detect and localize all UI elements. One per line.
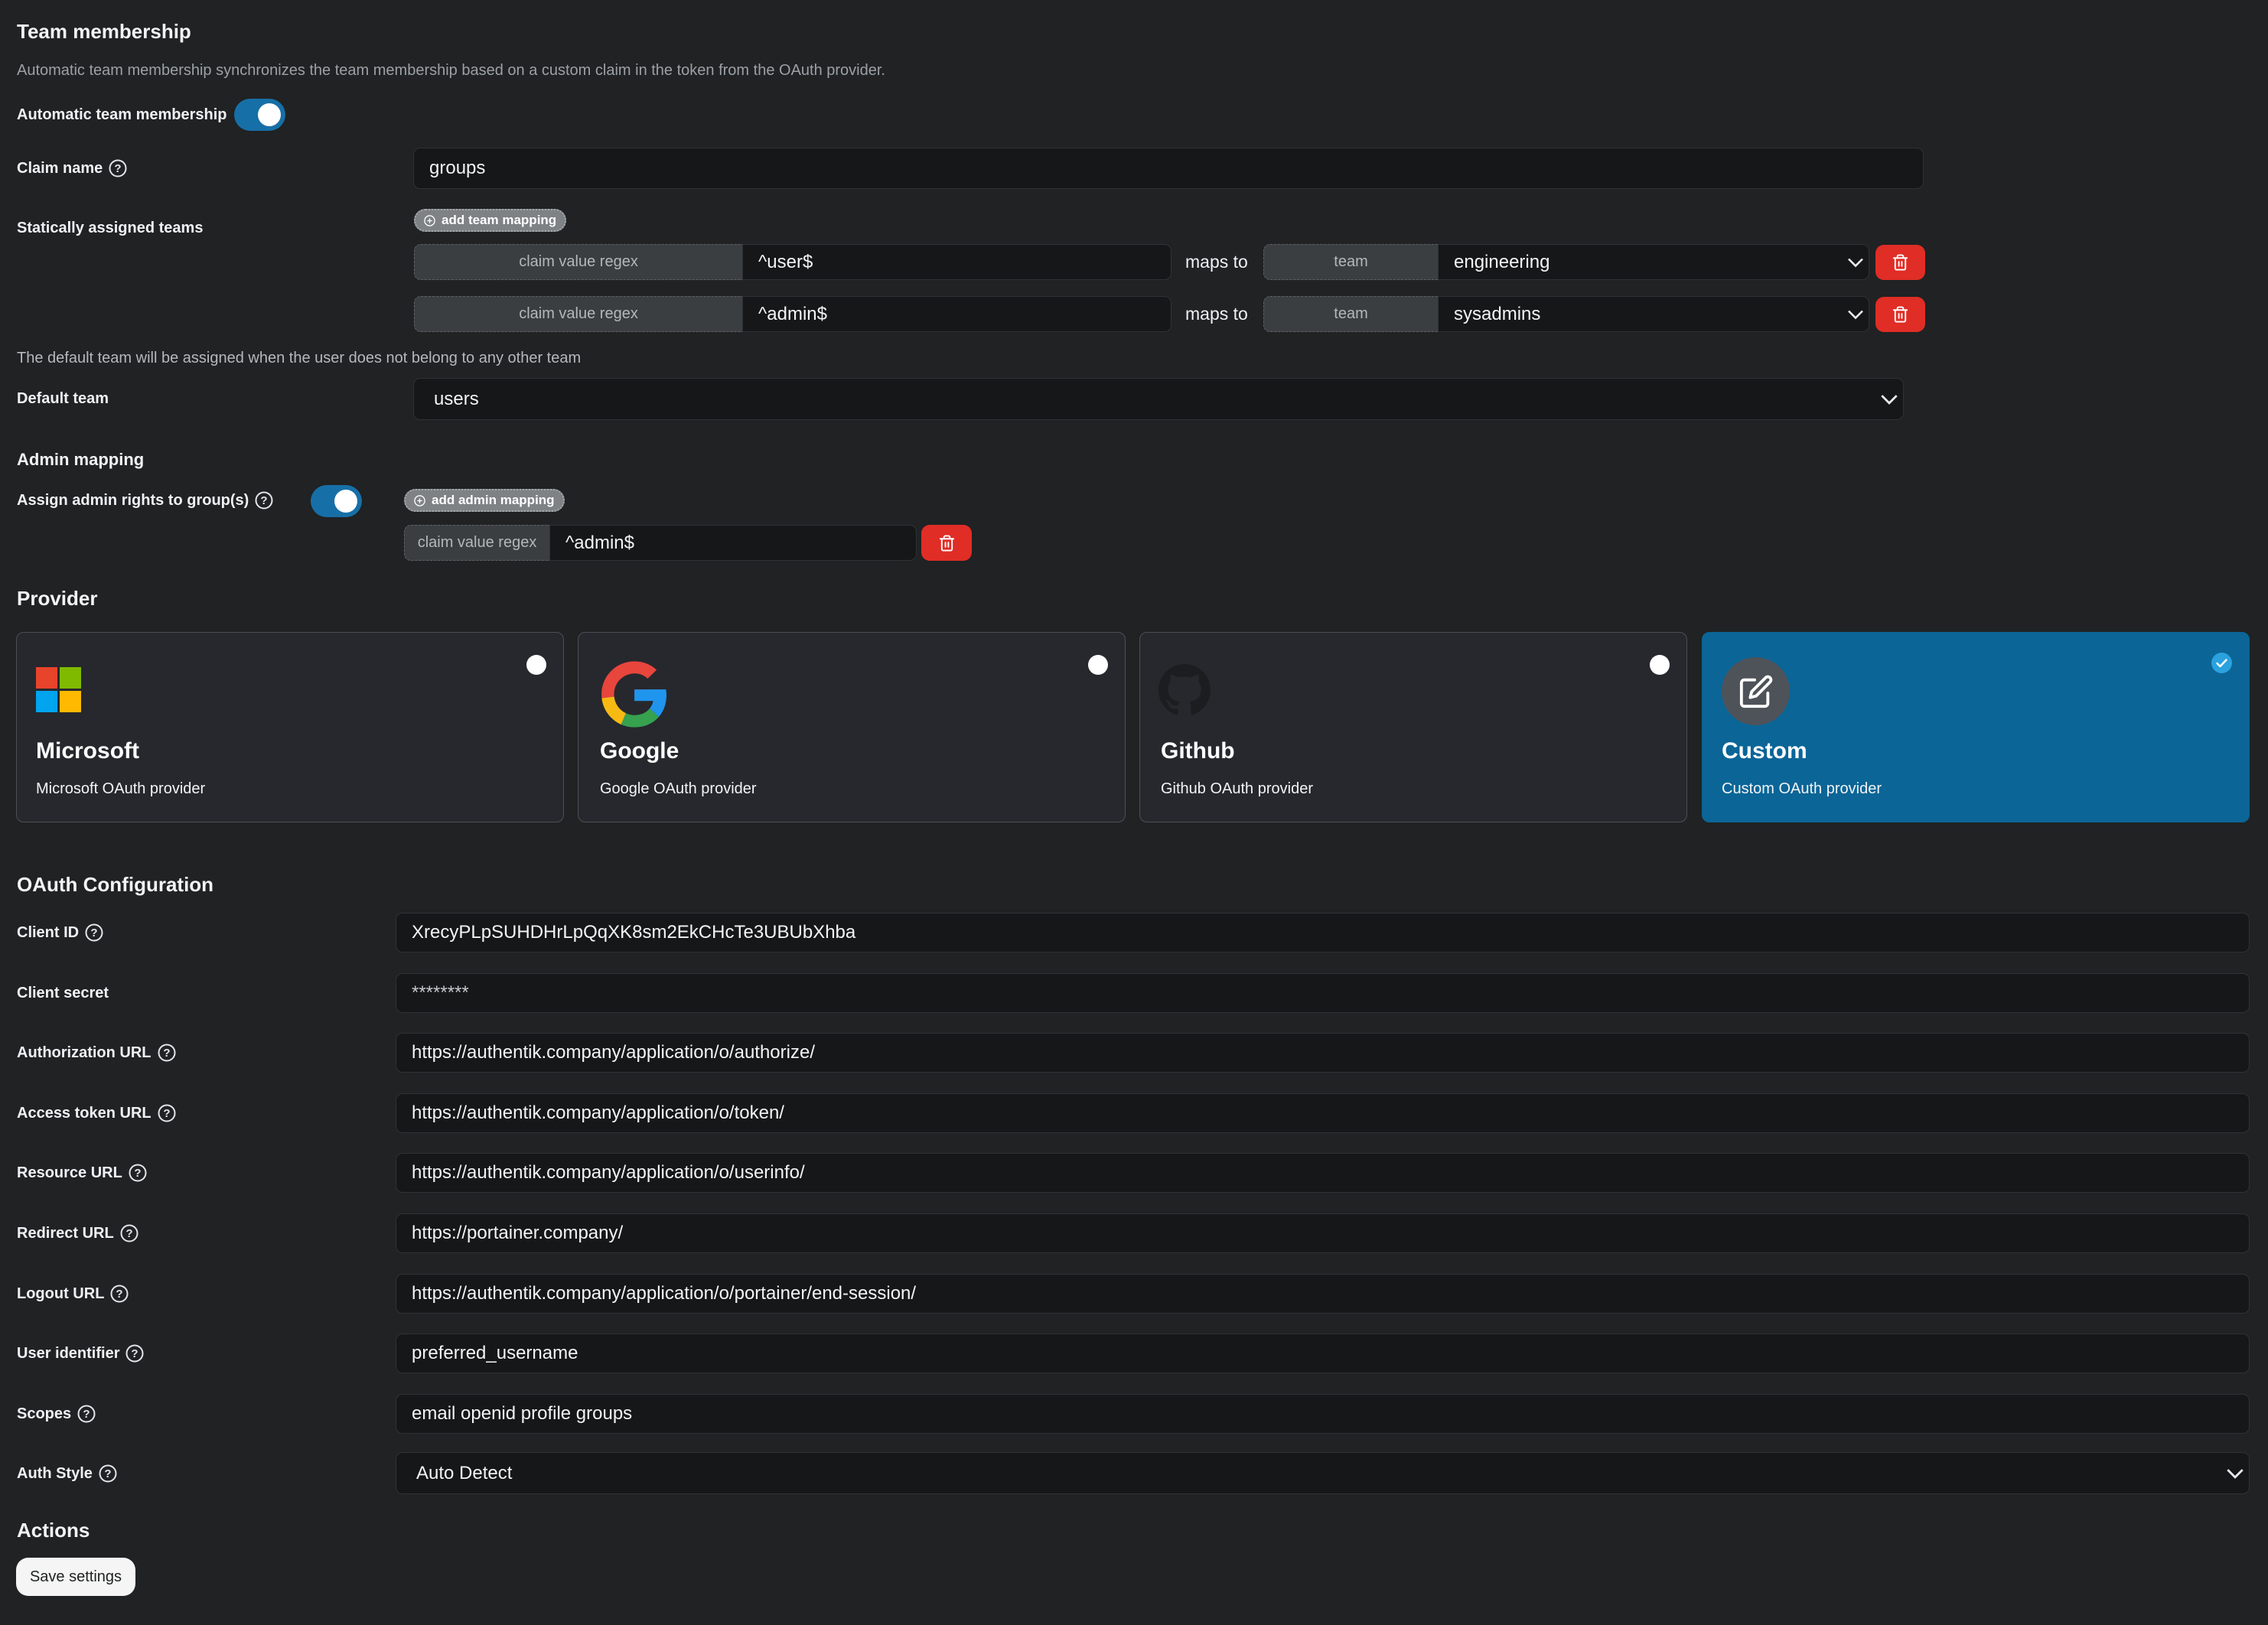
svg-text:?: ? <box>104 1467 111 1480</box>
svg-text:?: ? <box>91 926 98 940</box>
svg-text:?: ? <box>83 1408 90 1421</box>
svg-text:?: ? <box>261 494 268 507</box>
svg-text:?: ? <box>163 1047 170 1060</box>
svg-text:?: ? <box>132 1347 138 1360</box>
svg-text:?: ? <box>163 1107 170 1120</box>
svg-text:?: ? <box>134 1167 141 1180</box>
svg-text:?: ? <box>125 1227 132 1240</box>
svg-text:?: ? <box>116 1288 123 1301</box>
svg-text:?: ? <box>115 162 122 175</box>
